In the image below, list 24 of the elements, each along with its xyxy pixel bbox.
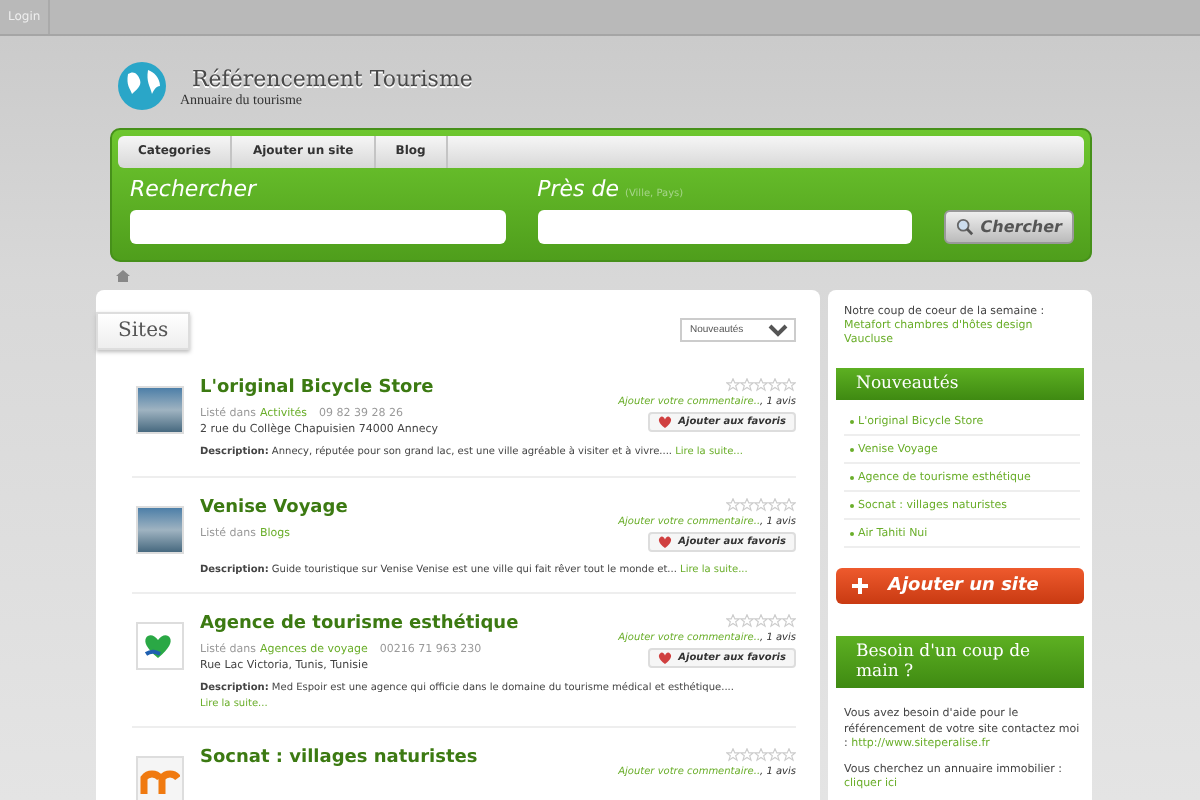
heart-icon: [658, 535, 673, 547]
plus-icon: [852, 578, 868, 595]
search-button[interactable]: Chercher: [944, 210, 1074, 244]
arches-logo-icon: [140, 766, 180, 794]
listing-title[interactable]: L'original Bicycle Store: [200, 378, 611, 398]
help-heading: Besoin d'un coup de main ?: [836, 636, 1084, 689]
photo-placeholder: [136, 505, 184, 553]
search-field[interactable]: [130, 210, 506, 244]
photo-placeholder: [136, 386, 184, 434]
new-sites-heading: Nouveautés: [836, 368, 1084, 401]
heart-icon: [658, 652, 673, 664]
location-label: Près de: [537, 176, 620, 204]
sites-heading: Sites: [96, 311, 191, 349]
search-label: Rechercher: [130, 176, 259, 204]
search-icon: [956, 218, 975, 236]
listing-title[interactable]: Socnat : villages naturistes: [200, 748, 611, 768]
heart-icon: [658, 416, 673, 428]
listing-title[interactable]: Agence de tourisme esthétique: [200, 614, 611, 634]
listing-title[interactable]: Venise Voyage: [200, 497, 611, 517]
globe-logo-icon: [116, 60, 168, 112]
add-site-button[interactable]: Ajouter un site: [836, 568, 1084, 605]
home-icon[interactable]: [116, 270, 130, 282]
location-field[interactable]: [537, 210, 913, 244]
site-title: Référencement Tourisme: [192, 65, 473, 91]
